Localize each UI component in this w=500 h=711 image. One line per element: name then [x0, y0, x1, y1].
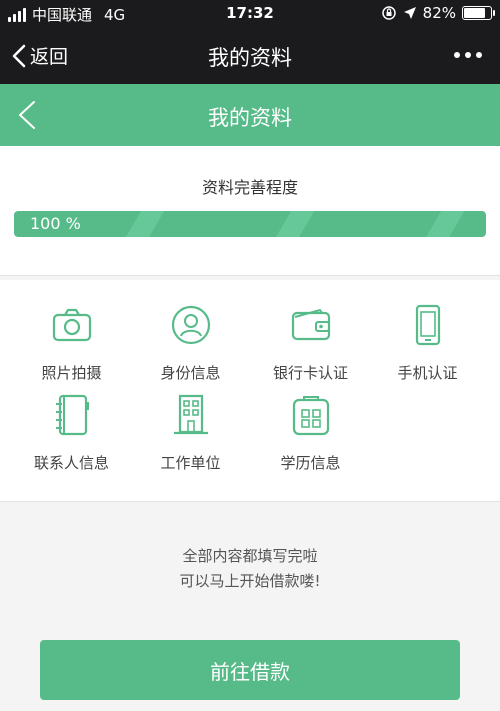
item-employer[interactable]: 工作单位: [128, 394, 253, 484]
more-options-button[interactable]: [454, 52, 482, 58]
message-line-1: 全部内容都填写完啦: [182, 547, 318, 565]
progress-label: 资料完善程度: [201, 178, 298, 197]
item-label: 学历信息: [280, 454, 341, 472]
more-dot: [476, 52, 482, 58]
item-phone[interactable]: 手机认证: [365, 304, 490, 394]
item-contacts[interactable]: 联系人信息: [9, 394, 134, 484]
battery-fill: [464, 8, 486, 18]
wechat-title: 我的资料: [208, 46, 292, 70]
message-line-2: 可以马上开始借款喽!: [179, 572, 321, 590]
item-label: 身份信息: [160, 364, 221, 382]
item-label: 联系人信息: [33, 454, 109, 472]
status-right: 82%: [381, 4, 495, 22]
location-arrow-icon: [403, 7, 416, 19]
profile-items-grid: 照片拍摄 身份信息 银行卡认证 手机认证 联系人信息 工作单位 学历信息: [0, 280, 500, 502]
item-education[interactable]: 学历信息: [248, 394, 373, 484]
wallet-icon: [291, 308, 331, 341]
progress-track: 100 %: [14, 211, 486, 237]
schoolbag-icon: [292, 396, 330, 436]
page-title: 我的资料: [208, 106, 292, 130]
id-avatar-icon: [171, 305, 211, 345]
contacts-book-icon: [56, 394, 89, 436]
item-label: 手机认证: [397, 364, 458, 382]
progress-value-text: 100 %: [30, 214, 81, 233]
camera-icon: [52, 308, 92, 342]
building-icon: [174, 394, 208, 435]
item-label: 照片拍摄: [41, 364, 102, 382]
more-dot: [465, 52, 471, 58]
progress-fill: [14, 211, 486, 237]
profile-completion-section: 资料完善程度 100 %: [0, 146, 500, 276]
item-bank-card[interactable]: 银行卡认证: [248, 304, 373, 394]
go-borrow-button[interactable]: 前往借款: [40, 640, 460, 700]
item-label: 银行卡认证: [272, 364, 348, 382]
item-identity[interactable]: 身份信息: [128, 304, 253, 394]
rotation-lock-icon: [381, 6, 396, 20]
completion-message: 全部内容都填写完啦 可以马上开始借款喽!: [0, 544, 500, 594]
status-bar: 中国联通 4G 17:32 82%: [0, 0, 500, 28]
phone-icon: [415, 304, 441, 346]
item-photo[interactable]: 照片拍摄: [9, 304, 134, 394]
battery-icon: [462, 6, 495, 20]
battery-percent: 82%: [422, 4, 456, 22]
item-label: 工作单位: [160, 454, 221, 472]
wechat-nav-bar: 返回 我的资料: [0, 28, 500, 84]
more-dot: [454, 52, 460, 58]
page-header: 我的资料: [0, 84, 500, 146]
